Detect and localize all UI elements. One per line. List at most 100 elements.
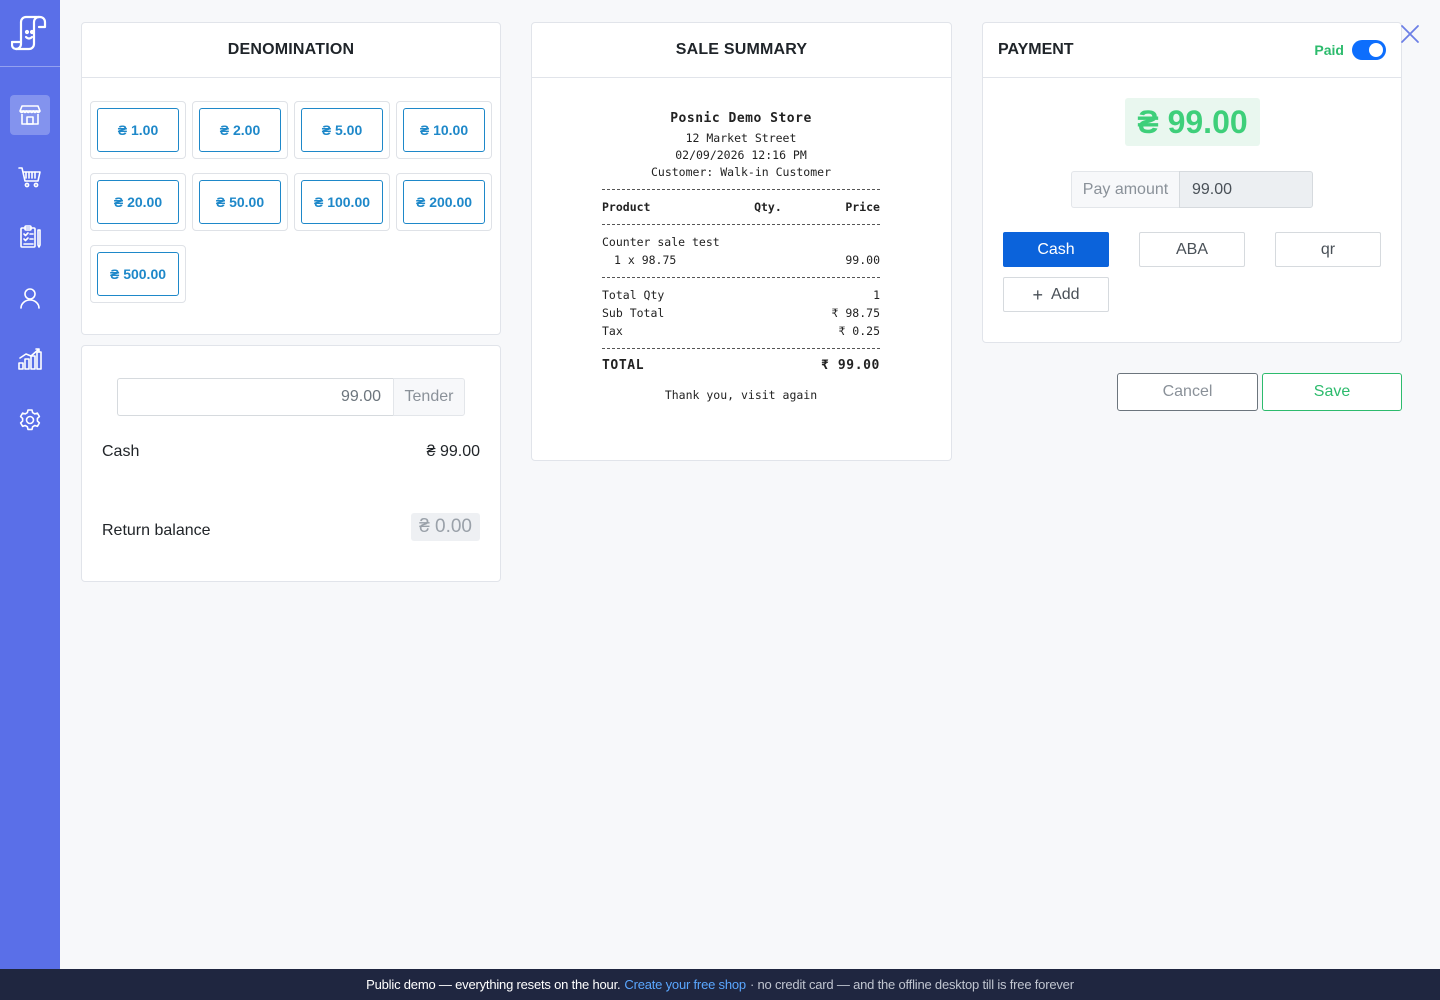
user-icon [20, 288, 40, 309]
add-method-button[interactable]: + Add [1003, 277, 1109, 312]
nav-store[interactable] [10, 95, 50, 135]
receipt-divider [602, 277, 880, 278]
receipt-subtotal: ₹ 98.75 [831, 306, 880, 320]
denom-cell: ₴ 200.00 [396, 173, 492, 231]
receipt-item-price: 99.00 [845, 253, 880, 267]
method-aba-button[interactable]: ABA [1139, 232, 1245, 267]
sale-summary-title: SALE SUMMARY [532, 23, 951, 78]
receipt-total: ₹ 99.00 [821, 358, 880, 373]
receipt-col-price: Price [845, 200, 880, 214]
close-icon[interactable] [1400, 24, 1420, 44]
logo-icon[interactable] [10, 14, 49, 52]
nav-settings[interactable] [10, 400, 50, 440]
nav-customers[interactable] [10, 278, 50, 318]
nav-reports[interactable] [10, 217, 50, 257]
cart-icon [18, 167, 41, 188]
nav-cart[interactable] [10, 156, 50, 196]
denom-cell: ₴ 100.00 [294, 173, 390, 231]
payment-card: PAYMENT Paid ₴ 99.00 Pay amount Cash ABA… [982, 22, 1402, 343]
receipt-col-product: Product [602, 200, 651, 214]
receipt-total-qty-label: Total Qty [602, 288, 665, 302]
denom-cell: ₴ 5.00 [294, 101, 390, 159]
save-button[interactable]: Save [1262, 373, 1402, 411]
receipt-subtotal-label: Sub Total [602, 306, 665, 320]
receipt-tax-label: Tax [602, 324, 623, 338]
payment-header: PAYMENT Paid [983, 23, 1401, 78]
method-cash-button[interactable]: Cash [1003, 232, 1109, 267]
receipt: Posnic Demo Store 12 Market Street 02/09… [602, 111, 880, 404]
denom-button-500[interactable]: ₴ 500.00 [97, 252, 179, 296]
denom-cell: ₴ 10.00 [396, 101, 492, 159]
tender-card: Tender Cash ₴ 99.00 Return balance ₴ 0.0… [81, 345, 501, 582]
receipt-item-name: Counter sale test [602, 235, 720, 249]
payment-amount: ₴ 99.00 [1125, 98, 1260, 146]
pay-amount-label: Pay amount [1071, 171, 1179, 208]
return-balance-value: ₴ 0.00 [411, 513, 480, 541]
receipt-divider [602, 224, 880, 225]
receipt-item-qty: 1 x 98.75 [614, 253, 677, 267]
sidebar-divider [0, 66, 60, 67]
receipt-total-label: TOTAL [602, 358, 645, 373]
denomination-title: DENOMINATION [82, 23, 500, 78]
sidebar [0, 0, 60, 969]
add-method-label: Add [1051, 285, 1080, 303]
clipboard-icon [20, 225, 41, 248]
method-qr-button[interactable]: qr [1275, 232, 1381, 267]
receipt-total-qty: 1 [873, 288, 880, 302]
receipt-customer: Customer: Walk-in Customer [650, 165, 831, 179]
receipt-address: 12 Market Street [685, 131, 797, 145]
receipt-divider [602, 189, 880, 190]
cash-label: Cash [102, 443, 140, 460]
sale-summary-card: SALE SUMMARY Posnic Demo Store 12 Market… [531, 22, 952, 461]
denom-button-1[interactable]: ₴ 1.00 [97, 108, 179, 152]
receipt-total-row: TOTAL ₹ 99.00 [602, 357, 880, 375]
pay-amount-input[interactable] [1179, 171, 1313, 208]
denom-button-10[interactable]: ₴ 10.00 [403, 108, 485, 152]
nav-analytics[interactable] [10, 339, 50, 379]
banner-tail: · no credit card — and the offline deskt… [749, 977, 1074, 992]
cancel-button[interactable]: Cancel [1117, 373, 1258, 411]
denom-cell: ₴ 50.00 [192, 173, 288, 231]
denom-cell: ₴ 20.00 [90, 173, 186, 231]
denom-button-200[interactable]: ₴ 200.00 [403, 180, 485, 224]
denom-cell: ₴ 1.00 [90, 101, 186, 159]
tender-input[interactable] [117, 378, 393, 416]
denom-cell: ₴ 500.00 [90, 245, 186, 303]
tender-input-group: Tender [117, 378, 465, 416]
receipt-store-name: Posnic Demo Store [670, 111, 812, 126]
receipt-item-row: 1 x 98.75 99.00 [602, 251, 880, 269]
denom-button-20[interactable]: ₴ 20.00 [97, 180, 179, 224]
receipt-col-qty: Qty. [754, 200, 782, 214]
pay-amount-group: Pay amount [1071, 171, 1313, 208]
receipt-total-qty-row: Total Qty 1 [602, 286, 880, 304]
receipt-thanks: Thank you, visit again [664, 388, 818, 402]
paid-toggle-group: Paid [1314, 40, 1386, 60]
denom-button-2[interactable]: ₴ 2.00 [199, 108, 281, 152]
denom-button-5[interactable]: ₴ 5.00 [301, 108, 383, 152]
return-balance-label: Return balance [102, 522, 211, 539]
paid-toggle[interactable] [1352, 40, 1386, 60]
paid-label: Paid [1314, 42, 1344, 58]
receipt-datetime: 02/09/2026 12:16 PM [675, 148, 807, 162]
toggle-knob [1369, 43, 1383, 57]
demo-banner: Public demo — everything resets on the h… [0, 969, 1440, 1000]
receipt-tax: ₹ 0.25 [838, 324, 880, 338]
receipt-subtotal-row: Sub Total ₹ 98.75 [602, 304, 880, 322]
cash-value: ₴ 99.00 [426, 443, 480, 460]
denom-button-100[interactable]: ₴ 100.00 [301, 180, 383, 224]
banner-create-shop-link[interactable]: Create your free shop [624, 977, 746, 992]
gear-icon [19, 409, 41, 431]
store-icon [19, 105, 41, 125]
receipt-tax-row: Tax ₹ 0.25 [602, 322, 880, 340]
denom-button-50[interactable]: ₴ 50.00 [199, 180, 281, 224]
denom-cell: ₴ 2.00 [192, 101, 288, 159]
receipt-divider [602, 348, 880, 349]
receipt-item-name-row: Counter sale test [602, 233, 880, 251]
receipt-header-row: Product Qty. Price [602, 198, 880, 216]
payment-title: PAYMENT [998, 41, 1074, 58]
denomination-card: DENOMINATION ₴ 1.00 ₴ 2.00 ₴ 5.00 ₴ 10.0… [81, 22, 501, 335]
chart-icon [18, 348, 42, 370]
banner-lead: Public demo — everything resets on the h… [366, 977, 621, 992]
plus-icon: + [1032, 284, 1044, 305]
tender-addon: Tender [393, 378, 465, 416]
